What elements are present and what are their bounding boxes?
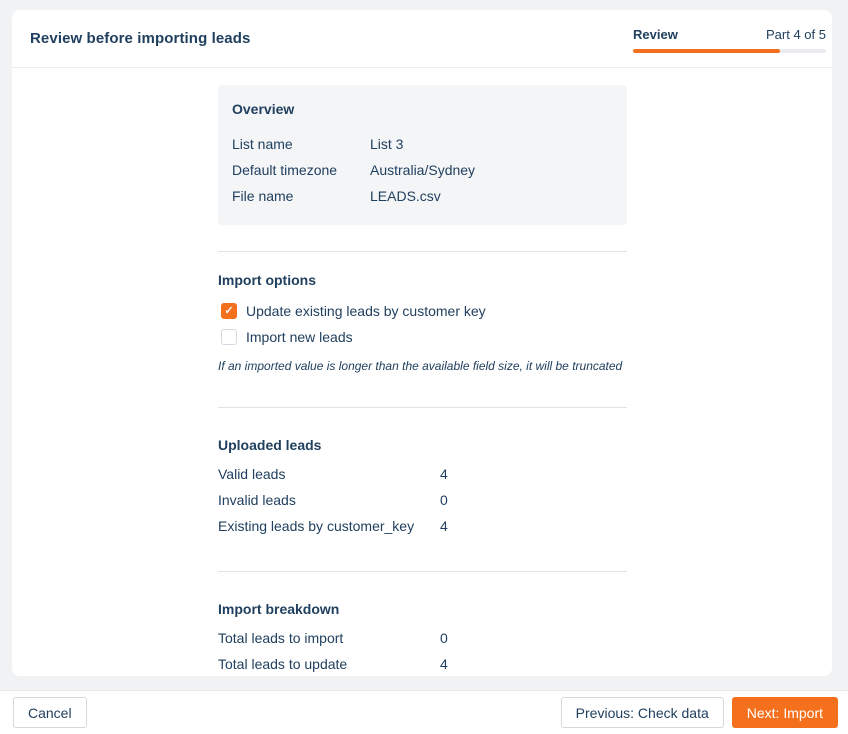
uploaded-row-existing: Existing leads by customer_key 4 <box>218 513 627 539</box>
section-divider <box>218 571 627 572</box>
section-divider <box>218 251 627 252</box>
row-value: 4 <box>440 656 448 672</box>
truncation-note: If an imported value is longer than the … <box>218 359 623 373</box>
checkbox-label: Update existing leads by customer key <box>246 303 486 319</box>
step-counter: Part 4 of 5 <box>766 26 826 42</box>
uploaded-row-valid: Valid leads 4 <box>218 461 627 487</box>
panel-content: Overview List name List 3 Default timezo… <box>12 68 832 677</box>
row-value: 0 <box>440 492 448 508</box>
row-value: 4 <box>440 518 448 534</box>
progress-bar-track <box>633 48 826 53</box>
breakdown-row-to-update: Total leads to update 4 <box>218 651 627 677</box>
wizard-footer: Cancel Previous: Check data Next: Import <box>0 690 848 734</box>
row-label: File name <box>232 188 294 204</box>
import-new-leads-checkbox[interactable]: ✓ <box>221 329 237 345</box>
row-label: Valid leads <box>218 466 286 482</box>
row-label: Total leads to import <box>218 630 344 646</box>
row-value: List 3 <box>370 136 404 152</box>
row-label: Total leads to update <box>218 656 348 672</box>
import-breakdown-heading: Import breakdown <box>218 601 340 617</box>
tab-review[interactable]: Review <box>633 27 678 42</box>
page-title: Review before importing leads <box>30 30 251 47</box>
section-divider <box>218 407 627 408</box>
row-label: List name <box>232 136 293 152</box>
progress-bar-fill <box>633 48 780 53</box>
checkbox-row-import-new-leads[interactable]: ✓ Import new leads <box>218 324 627 350</box>
wizard-step-indicator: Review Part 4 of 5 <box>633 27 826 53</box>
overview-section: Overview List name List 3 Default timezo… <box>218 85 627 225</box>
previous-step-button[interactable]: Previous: Check data <box>560 697 724 728</box>
import-options-heading: Import options <box>218 272 316 288</box>
overview-heading: Overview <box>232 101 295 117</box>
overview-row-list-name: List name List 3 <box>232 131 613 157</box>
row-value: 4 <box>440 466 448 482</box>
checkbox-row-update-existing-leads[interactable]: ✓ Update existing leads by customer key <box>218 298 627 324</box>
row-label: Default timezone <box>232 162 338 178</box>
row-label: Existing leads by customer_key <box>218 518 415 534</box>
update-existing-leads-checkbox[interactable]: ✓ <box>221 303 237 319</box>
panel-header: Review before importing leads Review Par… <box>12 10 832 68</box>
row-label: Invalid leads <box>218 492 296 508</box>
breakdown-row-to-import: Total leads to import 0 <box>218 625 627 651</box>
row-value: Australia/Sydney <box>370 162 476 178</box>
row-value: LEADS.csv <box>370 188 441 204</box>
overview-row-file-name: File name LEADS.csv <box>232 183 613 209</box>
checkbox-label: Import new leads <box>246 329 353 345</box>
overview-row-timezone: Default timezone Australia/Sydney <box>232 157 613 183</box>
next-import-button[interactable]: Next: Import <box>731 697 838 728</box>
uploaded-leads-heading: Uploaded leads <box>218 437 322 453</box>
check-icon: ✓ <box>224 304 234 317</box>
uploaded-row-invalid: Invalid leads 0 <box>218 487 627 513</box>
cancel-button[interactable]: Cancel <box>13 697 87 728</box>
row-value: 0 <box>440 630 448 646</box>
import-review-panel: Review before importing leads Review Par… <box>12 10 832 676</box>
